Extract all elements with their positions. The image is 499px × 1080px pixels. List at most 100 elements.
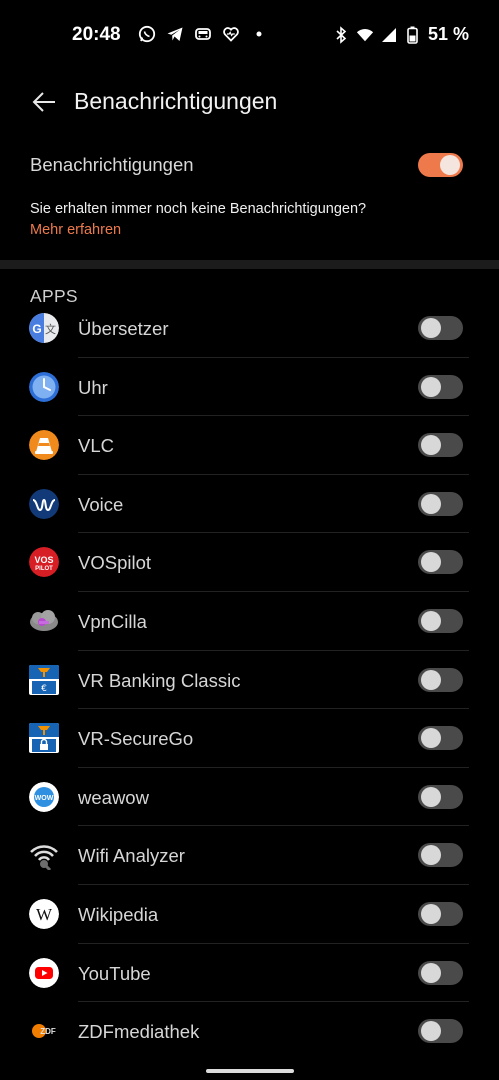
wikipedia-icon: W bbox=[29, 898, 59, 929]
svg-text:ZDF: ZDF bbox=[40, 1027, 56, 1036]
section-divider bbox=[0, 260, 499, 269]
clock-icon bbox=[29, 371, 59, 402]
list-item[interactable]: € VR Banking Classic bbox=[0, 651, 499, 710]
svg-text:€: € bbox=[41, 684, 47, 694]
app-notification-toggle[interactable] bbox=[418, 843, 463, 868]
toggle-knob bbox=[421, 669, 441, 690]
svg-text:文: 文 bbox=[45, 322, 56, 336]
list-item[interactable]: Voice bbox=[0, 475, 499, 534]
app-name: VpnCilla bbox=[78, 610, 147, 632]
toggle-knob bbox=[421, 786, 441, 807]
toggle-knob bbox=[421, 376, 441, 397]
vlc-cone-icon bbox=[29, 430, 59, 461]
master-notifications-toggle[interactable] bbox=[418, 153, 463, 177]
app-name: VR Banking Classic bbox=[78, 669, 241, 691]
svg-text:PILOT: PILOT bbox=[35, 566, 53, 572]
app-notification-toggle[interactable] bbox=[418, 667, 463, 692]
app-notification-toggle[interactable] bbox=[418, 726, 463, 751]
toggle-knob bbox=[421, 435, 441, 456]
toggle-knob bbox=[421, 610, 441, 631]
list-item[interactable]: ZDF ZDFmediathek bbox=[0, 1002, 499, 1061]
app-notification-toggle[interactable] bbox=[418, 491, 463, 516]
arrow-left-icon bbox=[32, 92, 55, 112]
app-name: YouTube bbox=[78, 962, 151, 984]
list-item[interactable]: VLC bbox=[0, 416, 499, 475]
status-bar: 20:48 51 % bbox=[0, 0, 499, 70]
toggle-knob bbox=[421, 318, 441, 338]
app-name: VR-SecureGo bbox=[78, 728, 194, 750]
bluetooth-icon bbox=[332, 25, 350, 44]
list-item[interactable]: Uhr bbox=[0, 358, 499, 417]
toggle-knob bbox=[421, 962, 441, 983]
list-item[interactable]: G文 Übersetzer bbox=[0, 299, 499, 358]
app-name: Voice bbox=[78, 493, 124, 515]
list-item[interactable]: WOW weawow bbox=[0, 768, 499, 827]
toggle-knob bbox=[421, 493, 441, 514]
app-notification-toggle[interactable] bbox=[418, 433, 463, 458]
app-name: VOSpilot bbox=[78, 552, 152, 574]
toggle-knob bbox=[421, 903, 441, 924]
weawow-icon: WOW bbox=[29, 781, 59, 812]
toggle-knob bbox=[421, 1021, 441, 1042]
app-name: Übersetzer bbox=[78, 318, 169, 339]
system-icons: 51 % bbox=[332, 24, 469, 45]
app-name: ZDFmediathek bbox=[78, 1021, 200, 1043]
telegram-icon bbox=[166, 25, 184, 43]
vpncilla-icon bbox=[29, 606, 59, 636]
wifi-icon bbox=[356, 26, 374, 44]
zdf-icon: ZDF bbox=[29, 1016, 59, 1046]
youtube-icon bbox=[29, 957, 59, 988]
app-name: Wikipedia bbox=[78, 903, 159, 925]
master-notifications-row[interactable]: Benachrichtigungen bbox=[0, 142, 499, 188]
wifi-analyzer-icon bbox=[29, 840, 59, 871]
toggle-knob bbox=[421, 552, 441, 573]
app-notification-toggle[interactable] bbox=[418, 784, 463, 809]
battery-percent: 51 % bbox=[427, 24, 469, 44]
car-icon bbox=[194, 25, 212, 43]
list-item[interactable]: Wifi Analyzer bbox=[0, 826, 499, 885]
whatsapp-icon bbox=[138, 25, 156, 43]
app-name: VLC bbox=[78, 435, 114, 457]
back-button[interactable] bbox=[28, 86, 60, 118]
page-title: Benachrichtigungen bbox=[74, 88, 278, 114]
list-item[interactable]: VR-SecureGo bbox=[0, 709, 499, 768]
app-notification-toggle[interactable] bbox=[418, 901, 463, 926]
toggle-knob bbox=[421, 728, 441, 749]
app-notification-toggle[interactable] bbox=[418, 1019, 463, 1044]
voice-wave-icon bbox=[29, 488, 59, 519]
learn-more-link[interactable]: Mehr erfahren bbox=[30, 222, 121, 238]
app-notification-toggle[interactable] bbox=[418, 550, 463, 575]
svg-text:WOW: WOW bbox=[35, 795, 54, 802]
svg-text:VOS: VOS bbox=[34, 555, 53, 565]
list-item[interactable]: YouTube bbox=[0, 944, 499, 1003]
heart-icon bbox=[222, 25, 240, 43]
notification-icons bbox=[138, 25, 268, 43]
list-item[interactable]: VOS PILOT VOSpilot bbox=[0, 533, 499, 592]
svg-text:W: W bbox=[36, 905, 53, 924]
app-name: Wifi Analyzer bbox=[78, 845, 185, 867]
vr-securego-icon bbox=[29, 723, 59, 754]
app-notification-toggle[interactable] bbox=[418, 960, 463, 985]
signal-icon bbox=[380, 26, 398, 44]
app-name: Uhr bbox=[78, 376, 108, 398]
toggle-knob bbox=[421, 845, 441, 866]
battery-icon bbox=[404, 26, 422, 44]
app-notification-toggle[interactable] bbox=[418, 316, 463, 340]
help-note: Sie erhalten immer noch keine Benachrich… bbox=[30, 201, 367, 217]
translate-icon: G文 bbox=[29, 313, 59, 343]
app-notification-toggle[interactable] bbox=[418, 608, 463, 633]
toggle-knob bbox=[440, 155, 460, 175]
gesture-nav-handle[interactable] bbox=[206, 1069, 294, 1073]
svg-text:G: G bbox=[32, 322, 41, 336]
list-item[interactable]: VpnCilla bbox=[0, 592, 499, 651]
vospilot-icon: VOS PILOT bbox=[29, 547, 59, 578]
list-item[interactable]: W Wikipedia bbox=[0, 885, 499, 944]
master-notifications-label: Benachrichtigungen bbox=[30, 154, 194, 175]
status-time: 20:48 bbox=[72, 24, 121, 45]
dot-icon bbox=[250, 25, 268, 43]
app-name: weawow bbox=[78, 786, 149, 808]
app-list: G文 Übersetzer Uhr VLC Voice VOS PILOT VO… bbox=[0, 299, 499, 1061]
vr-banking-icon: € bbox=[29, 664, 59, 695]
app-notification-toggle[interactable] bbox=[418, 374, 463, 399]
app-bar: Benachrichtigungen bbox=[0, 80, 499, 124]
